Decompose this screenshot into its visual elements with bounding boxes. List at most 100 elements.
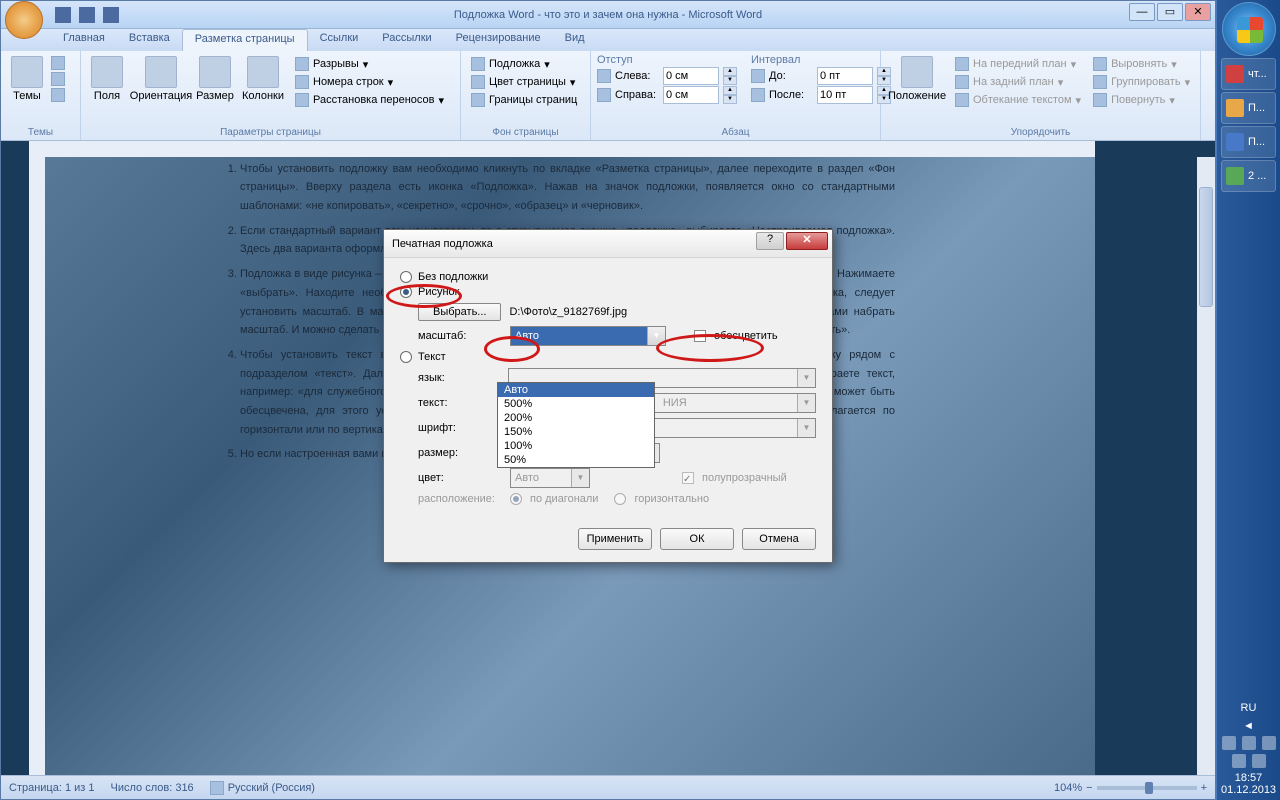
spin-up[interactable]: ▲: [723, 67, 737, 76]
tray-icon[interactable]: [1242, 736, 1256, 750]
ok-button[interactable]: ОК: [660, 528, 734, 550]
taskbar-item[interactable]: чт...: [1221, 58, 1276, 90]
zoom-in-button[interactable]: +: [1201, 782, 1207, 794]
tray-volume-icon[interactable]: [1252, 754, 1266, 768]
tray-time[interactable]: 18:57: [1221, 772, 1276, 784]
page-color-button[interactable]: Цвет страницы ▾: [467, 74, 581, 90]
select-picture-button[interactable]: Выбрать...: [418, 303, 501, 321]
dropdown-item-100[interactable]: 100%: [498, 439, 654, 453]
save-icon[interactable]: [55, 7, 71, 23]
office-button[interactable]: [5, 1, 43, 39]
page-borders-icon: [471, 93, 485, 107]
cancel-button[interactable]: Отмена: [742, 528, 816, 550]
size-button[interactable]: Размер: [195, 54, 235, 137]
redo-icon[interactable]: [103, 7, 119, 23]
tray-icon[interactable]: [1262, 736, 1276, 750]
zoom-value[interactable]: 104%: [1054, 782, 1082, 794]
indent-right-icon: [597, 88, 611, 102]
taskbar-item[interactable]: П...: [1221, 92, 1276, 124]
tab-review[interactable]: Рецензирование: [444, 29, 553, 51]
dropdown-item-150[interactable]: 150%: [498, 425, 654, 439]
tray-arrow[interactable]: ◄: [1221, 720, 1276, 732]
radio-icon: [400, 271, 412, 283]
radio-no-watermark[interactable]: Без подложки: [400, 271, 816, 283]
vertical-scrollbar[interactable]: [1197, 157, 1215, 775]
dialog-title: Печатная подложка: [392, 238, 493, 250]
chevron-down-icon: ▼: [647, 327, 665, 345]
tray-icon[interactable]: [1222, 736, 1236, 750]
dropdown-item-500[interactable]: 500%: [498, 397, 654, 411]
maximize-button[interactable]: ▭: [1157, 3, 1183, 21]
text-label: текст:: [418, 397, 500, 409]
hyphenation-button[interactable]: Расстановка переносов ▾: [291, 92, 448, 108]
tab-view[interactable]: Вид: [553, 29, 597, 51]
group-pagebg-label: Фон страницы: [461, 127, 590, 138]
radio-picture[interactable]: Рисунок: [400, 286, 816, 298]
spin-down[interactable]: ▼: [723, 76, 737, 85]
margins-button[interactable]: Поля: [87, 54, 127, 137]
semitrans-label: полупрозрачный: [702, 472, 787, 484]
scale-combo[interactable]: Авто▼: [510, 326, 666, 346]
tray-date[interactable]: 01.12.2013: [1221, 784, 1276, 796]
breaks-button[interactable]: Разрывы ▾: [291, 56, 448, 72]
position-button[interactable]: Положение: [887, 54, 947, 137]
scale-label: масштаб:: [418, 330, 502, 342]
theme-effects-icon[interactable]: [51, 88, 65, 102]
status-page[interactable]: Страница: 1 из 1: [9, 782, 95, 794]
dialog-help-button[interactable]: ?: [756, 232, 784, 250]
dialog-titlebar[interactable]: Печатная подложка ? ✕: [384, 230, 832, 258]
zoom-out-button[interactable]: −: [1086, 782, 1092, 794]
theme-colors-icon[interactable]: [51, 56, 65, 70]
indent-right-input[interactable]: [663, 86, 719, 104]
tab-home[interactable]: Главная: [51, 29, 117, 51]
dropdown-item-200[interactable]: 200%: [498, 411, 654, 425]
taskbar-item[interactable]: 2 ...: [1221, 160, 1276, 192]
dropdown-item-50[interactable]: 50%: [498, 453, 654, 467]
tray-language[interactable]: RU: [1221, 702, 1276, 714]
taskbar-item[interactable]: П...: [1221, 126, 1276, 158]
app-icon: [1226, 133, 1244, 151]
tray-network-icon[interactable]: [1232, 754, 1246, 768]
status-words[interactable]: Число слов: 316: [111, 782, 194, 794]
themes-button[interactable]: Темы: [7, 54, 47, 137]
columns-button[interactable]: Колонки: [239, 54, 287, 137]
tab-references[interactable]: Ссылки: [308, 29, 371, 51]
watermark-icon: [471, 57, 485, 71]
watermark-button[interactable]: Подложка ▾: [467, 56, 581, 72]
spellcheck-icon[interactable]: [210, 781, 224, 795]
vertical-ruler[interactable]: [29, 141, 45, 775]
line-numbers-button[interactable]: Номера строк ▾: [291, 74, 448, 90]
status-language[interactable]: Русский (Россия): [228, 782, 315, 794]
dialog-close-button[interactable]: ✕: [786, 232, 828, 250]
rotate-icon: [1093, 93, 1107, 107]
indent-left-icon: [597, 69, 611, 83]
ribbon-tabs: Главная Вставка Разметка страницы Ссылки…: [1, 29, 1215, 51]
start-button[interactable]: [1222, 2, 1276, 56]
size-icon: [199, 56, 231, 88]
page-borders-button[interactable]: Границы страниц: [467, 92, 581, 108]
themes-icon: [11, 56, 43, 88]
radio-icon: [400, 351, 412, 363]
zoom-slider[interactable]: [1097, 786, 1197, 790]
washout-checkbox[interactable]: [694, 330, 706, 342]
undo-icon[interactable]: [79, 7, 95, 23]
tab-insert[interactable]: Вставка: [117, 29, 182, 51]
spacing-after-input[interactable]: [817, 86, 873, 104]
group-pagesetup-label: Параметры страницы: [81, 127, 460, 138]
theme-fonts-icon[interactable]: [51, 72, 65, 86]
spacing-before-input[interactable]: [817, 67, 873, 85]
minimize-button[interactable]: —: [1129, 3, 1155, 21]
horizontal-ruler[interactable]: [45, 141, 1095, 157]
tab-mailings[interactable]: Рассылки: [370, 29, 443, 51]
zoom-thumb[interactable]: [1145, 782, 1153, 794]
orientation-button[interactable]: Ориентация: [131, 54, 191, 137]
tab-page-layout[interactable]: Разметка страницы: [182, 29, 308, 51]
apply-button[interactable]: Применить: [578, 528, 652, 550]
align-button: Выровнять ▾: [1089, 56, 1194, 72]
scroll-thumb[interactable]: [1199, 187, 1213, 307]
indent-left-input[interactable]: [663, 67, 719, 85]
radio-text[interactable]: Текст: [400, 351, 816, 363]
breaks-icon: [295, 57, 309, 71]
close-button[interactable]: ✕: [1185, 3, 1211, 21]
dropdown-item-auto[interactable]: Авто: [498, 383, 654, 397]
